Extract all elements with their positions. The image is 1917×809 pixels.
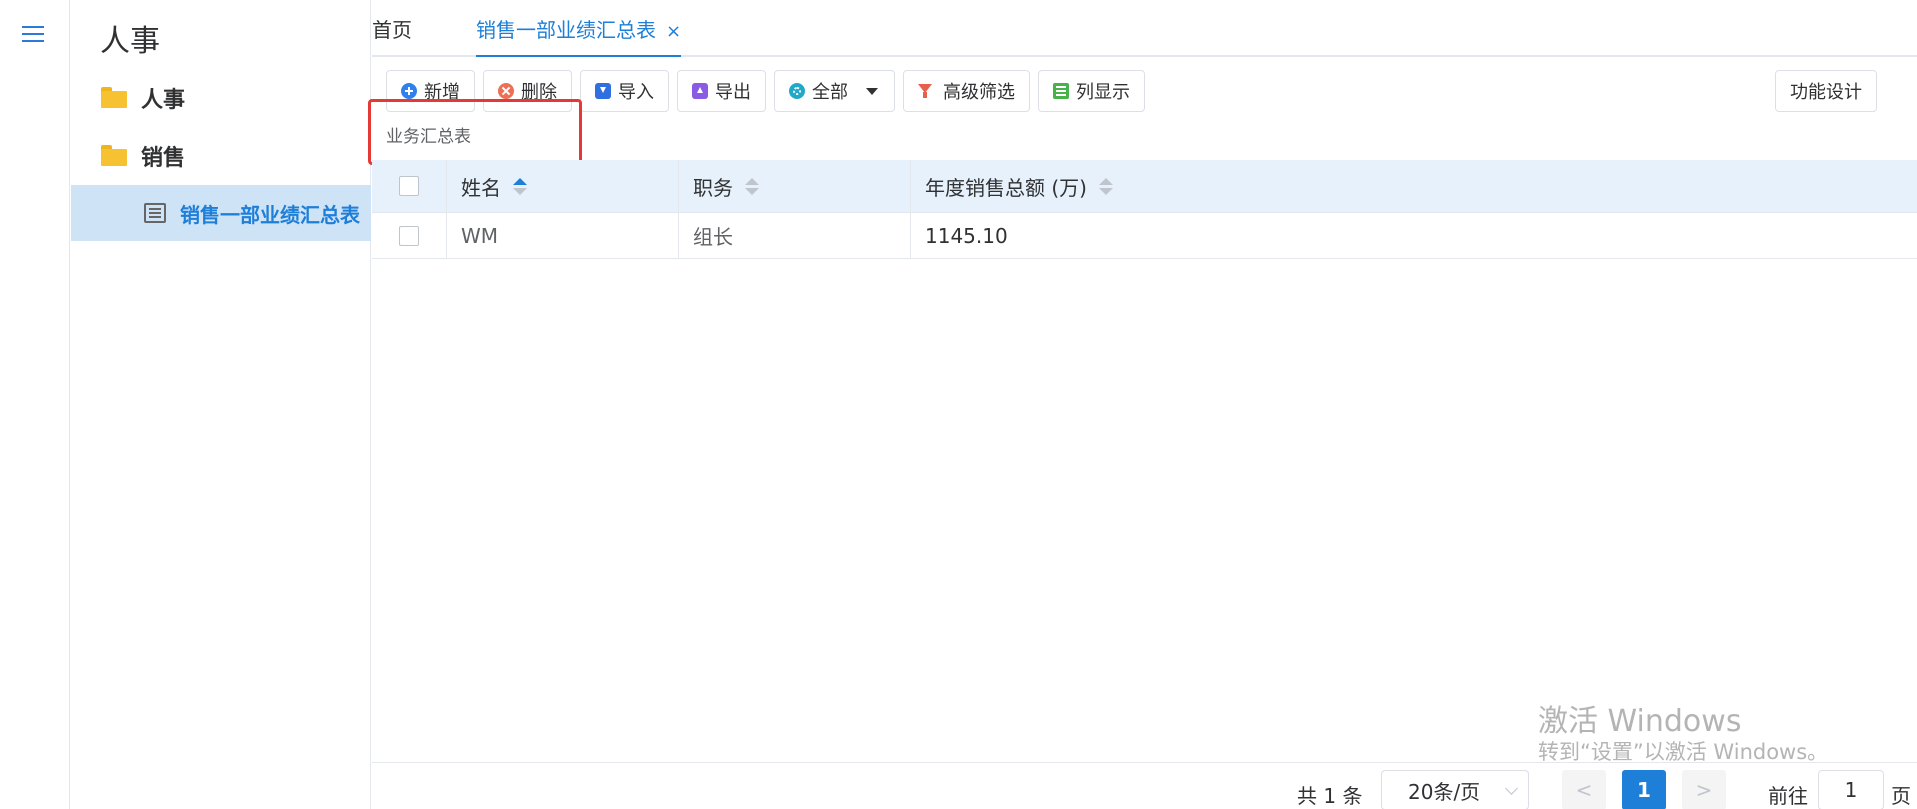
- add-button[interactable]: 新增: [386, 70, 475, 112]
- sidebar-title: 人事: [100, 24, 160, 59]
- sort-icon[interactable]: [745, 177, 759, 195]
- columns-icon: [1053, 83, 1069, 99]
- left-rail: [0, 0, 70, 809]
- page-size-value: 20条/页: [1408, 779, 1481, 804]
- tree-item-label: 销售: [141, 146, 186, 171]
- tab-home[interactable]: 首页: [372, 14, 412, 57]
- page-size-select[interactable]: 20条/页: [1381, 770, 1529, 809]
- toolbar: 新增 删除 导入 导出 全部 高级筛选 列显示: [386, 70, 1153, 112]
- cell-name: WM: [447, 213, 679, 258]
- advanced-filter-button[interactable]: 高级筛选: [903, 70, 1030, 112]
- data-table: 姓名 职务 年度销售总额 (万) WM 组长 1145.10: [372, 160, 1917, 259]
- folder-open-icon: [101, 145, 129, 167]
- goto-label: 前往: [1768, 784, 1808, 808]
- activation-watermark-title: 激活 Windows: [1538, 704, 1742, 739]
- advanced-filter-label: 高级筛选: [943, 82, 1015, 103]
- column-display-label: 列显示: [1076, 82, 1130, 103]
- main-content: 首页 销售一部业绩汇总表 × 新增 删除 导入 导出 全部 高级筛选 列显示 功…: [368, 0, 1917, 809]
- header-checkbox-cell: [372, 160, 447, 212]
- tree-item-sales-summary[interactable]: 销售一部业绩汇总表: [71, 185, 371, 241]
- scope-dropdown-label: 全部: [812, 82, 848, 103]
- export-icon: [692, 83, 708, 99]
- hamburger-menu-icon[interactable]: [22, 26, 44, 42]
- select-all-checkbox[interactable]: [399, 176, 419, 196]
- sidebar: 人事 人事 销售 销售一部业绩汇总表: [71, 0, 371, 809]
- list-icon: [144, 203, 166, 223]
- page-number-current[interactable]: 1: [1622, 770, 1666, 809]
- table-row[interactable]: WM 组长 1145.10: [372, 213, 1917, 258]
- tree-item-label: 人事: [141, 88, 186, 113]
- goto-suffix: 页: [1891, 784, 1911, 808]
- cell-position: 组长: [679, 213, 911, 258]
- tab-bar: 首页 销售一部业绩汇总表 ×: [372, 0, 1917, 57]
- scope-dropdown[interactable]: 全部: [774, 70, 895, 112]
- import-icon: [595, 83, 611, 99]
- row-checkbox[interactable]: [399, 225, 419, 246]
- tree-item-hr[interactable]: 人事: [71, 70, 371, 126]
- tree-item-sales[interactable]: 销售: [71, 128, 371, 184]
- column-header-label: 年度销售总额 (万): [925, 175, 1087, 200]
- import-button[interactable]: 导入: [580, 70, 669, 112]
- goto-page-input[interactable]: [1818, 770, 1884, 809]
- plus-icon: [401, 83, 417, 99]
- caret-down-icon: [866, 87, 878, 95]
- filter-icon: [918, 83, 936, 99]
- delete-icon: [498, 83, 514, 99]
- column-display-button[interactable]: 列显示: [1038, 70, 1145, 112]
- app-window: 人事 人事 销售 销售一部业绩汇总表 首页 销售一部业绩汇总表 × 新增 删除 …: [0, 0, 1917, 809]
- delete-button[interactable]: 删除: [483, 70, 572, 112]
- export-button[interactable]: 导出: [677, 70, 766, 112]
- column-header-label: 姓名: [461, 175, 501, 200]
- cell-annual-sales: 1145.10: [925, 223, 1008, 248]
- pagination: 共 1 条 20条/页 < 1 > 前往 页: [372, 762, 1917, 809]
- chevron-down-icon: [1505, 782, 1518, 795]
- column-header-annual-sales[interactable]: 年度销售总额 (万): [911, 160, 1917, 212]
- column-header-position[interactable]: 职务: [679, 160, 911, 212]
- total-count: 共 1 条: [1297, 784, 1363, 808]
- sort-icon[interactable]: [513, 177, 527, 195]
- folder-icon: [101, 87, 129, 109]
- next-page-button[interactable]: >: [1682, 770, 1726, 809]
- tab-sales-summary[interactable]: 销售一部业绩汇总表 ×: [476, 14, 682, 57]
- table-header-row: 姓名 职务 年度销售总额 (万): [372, 160, 1917, 213]
- tab-label: 销售一部业绩汇总表: [476, 18, 656, 42]
- export-button-label: 导出: [715, 82, 751, 103]
- feature-design-button[interactable]: 功能设计: [1775, 70, 1877, 112]
- table-caption: 业务汇总表: [386, 127, 471, 147]
- row-checkbox-cell: [372, 213, 447, 258]
- column-header-label: 职务: [693, 175, 733, 200]
- scope-icon: [789, 83, 805, 99]
- sort-icon[interactable]: [1098, 177, 1113, 195]
- add-button-label: 新增: [424, 82, 460, 103]
- column-header-name[interactable]: 姓名: [447, 160, 679, 212]
- delete-button-label: 删除: [521, 82, 557, 103]
- close-icon[interactable]: ×: [666, 21, 681, 42]
- import-button-label: 导入: [618, 82, 654, 103]
- tree-item-label: 销售一部业绩汇总表: [180, 202, 360, 227]
- prev-page-button[interactable]: <: [1562, 770, 1606, 809]
